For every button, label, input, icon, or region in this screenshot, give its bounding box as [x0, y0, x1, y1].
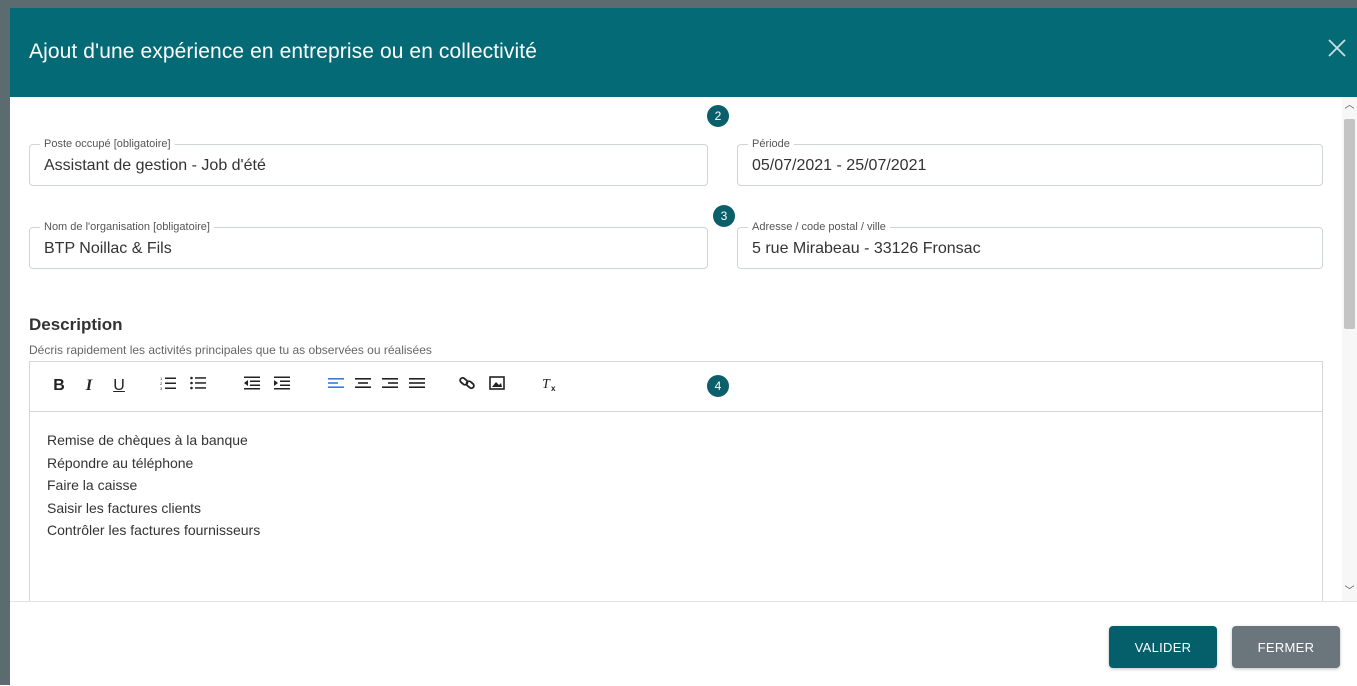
- step-badge-4: 4: [707, 375, 729, 397]
- description-editor: B I U 123 T x 4 Remise de chèques à la b…: [29, 361, 1323, 601]
- periode-value: 05/07/2021 - 25/07/2021: [752, 157, 927, 174]
- align-right-icon[interactable]: [380, 376, 400, 396]
- align-left-icon[interactable]: [326, 376, 346, 396]
- underline-button[interactable]: U: [109, 376, 129, 396]
- step-badge-2: 2: [707, 105, 729, 127]
- dialog-title: Ajout d'une expérience en entreprise ou …: [29, 40, 537, 63]
- content-scrollbar[interactable]: ︿ ﹀: [1342, 97, 1357, 601]
- close-icon[interactable]: [1327, 38, 1357, 68]
- experience-dialog: Ajout d'une expérience en entreprise ou …: [10, 8, 1357, 686]
- periode-field[interactable]: Période 05/07/2021 - 25/07/2021: [737, 137, 1323, 186]
- dialog-content: 2 Poste occupé [obligatoire] Assistant d…: [10, 97, 1342, 601]
- image-icon[interactable]: [487, 376, 507, 396]
- poste-label: Poste occupé [obligatoire]: [40, 137, 175, 151]
- description-line: Contrôler les factures fournisseurs: [47, 522, 261, 538]
- italic-button[interactable]: I: [79, 376, 99, 396]
- fermer-button[interactable]: FERMER: [1232, 626, 1340, 668]
- adresse-label: Adresse / code postal / ville: [748, 220, 890, 234]
- description-line: Saisir les factures clients: [47, 499, 202, 516]
- align-center-icon[interactable]: [353, 376, 373, 396]
- align-justify-icon[interactable]: [407, 376, 427, 396]
- scroll-thumb[interactable]: [1344, 119, 1355, 329]
- description-line: Remise de chèques à la banque: [47, 432, 248, 448]
- svg-text:3: 3: [160, 386, 163, 390]
- clear-format-icon[interactable]: Tx: [540, 376, 560, 396]
- description-line: Faire la caisse: [47, 477, 138, 493]
- bullet-list-icon[interactable]: [188, 376, 208, 396]
- periode-label: Période: [748, 137, 794, 151]
- organisation-label: Nom de l'organisation [obligatoire]: [40, 220, 214, 234]
- ordered-list-icon[interactable]: 123: [158, 376, 178, 396]
- valider-button[interactable]: VALIDER: [1109, 626, 1217, 668]
- scroll-down-icon[interactable]: ﹀: [1342, 585, 1357, 599]
- description-line: Répondre au téléphone: [47, 454, 194, 471]
- dialog-footer: VALIDER FERMER: [10, 601, 1357, 686]
- description-title: Description: [29, 315, 123, 334]
- editor-toolbar: B I U 123 T x 4: [30, 362, 1322, 412]
- adresse-value: 5 rue Mirabeau - 33126 Fronsac: [752, 240, 981, 257]
- scroll-up-icon[interactable]: ︿: [1342, 99, 1357, 113]
- svg-text:T: T: [542, 377, 551, 392]
- description-help: Décris rapidement les activités principa…: [29, 343, 432, 357]
- organisation-value: BTP Noillac & Fils: [44, 240, 172, 257]
- poste-field[interactable]: Poste occupé [obligatoire] Assistant de …: [29, 137, 708, 186]
- link-icon[interactable]: [457, 376, 477, 396]
- svg-text:x: x: [551, 384, 556, 392]
- indent-icon[interactable]: [272, 376, 292, 396]
- editor-body[interactable]: Remise de chèques à la banque Répondre a…: [47, 429, 260, 542]
- bold-button[interactable]: B: [49, 376, 69, 396]
- adresse-field[interactable]: Adresse / code postal / ville 5 rue Mira…: [737, 220, 1323, 269]
- dialog-header: Ajout d'une expérience en entreprise ou …: [10, 8, 1357, 97]
- organisation-field[interactable]: Nom de l'organisation [obligatoire] BTP …: [29, 220, 708, 269]
- outdent-icon[interactable]: [242, 376, 262, 396]
- poste-value: Assistant de gestion - Job d'été: [44, 157, 266, 174]
- step-badge-3: 3: [713, 205, 735, 227]
